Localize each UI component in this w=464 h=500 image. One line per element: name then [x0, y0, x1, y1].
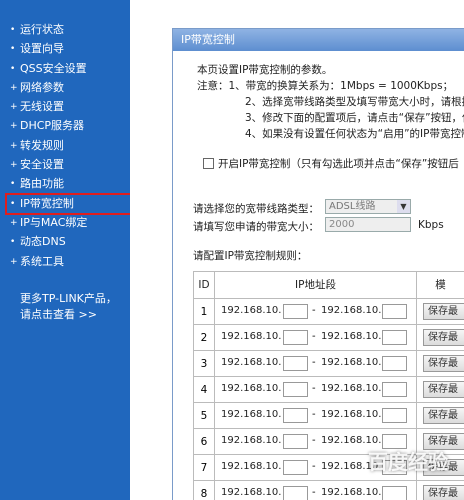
- ip-start-prefix: 192.168.10.: [221, 461, 282, 472]
- ip-end-prefix: 192.168.10.: [321, 357, 382, 368]
- row-ip-range: 192.168.10. -192.168.10.: [215, 299, 417, 325]
- row-id: 4: [194, 377, 215, 403]
- ip-end-input[interactable]: [382, 330, 407, 345]
- ip-end-prefix: 192.168.10.: [321, 331, 382, 342]
- row-actions: 保存最: [417, 351, 464, 377]
- table-row: 5 192.168.10. -192.168.10. 保存最: [194, 403, 464, 429]
- ip-start-prefix: 192.168.10.: [221, 383, 282, 394]
- ip-end-input[interactable]: [382, 382, 407, 397]
- range-dash: -: [312, 383, 316, 394]
- table-row: 2 192.168.10. -192.168.10. 保存最: [194, 325, 464, 351]
- row-actions: 保存最: [417, 377, 464, 403]
- ip-end-input[interactable]: [382, 356, 407, 371]
- active-item-highlight: [5, 193, 136, 215]
- note-2: 2、选择宽带线路类型及填写带宽大小时，请根据实: [245, 96, 464, 108]
- row-id: 2: [194, 325, 215, 351]
- watermark: 百度经验: [368, 450, 448, 474]
- ip-start-input[interactable]: [283, 382, 308, 397]
- line-type-value: ADSL线路: [329, 201, 376, 212]
- row-id: 8: [194, 481, 215, 500]
- header-id: ID: [194, 272, 215, 299]
- ip-end-prefix: 192.168.10.: [321, 383, 382, 394]
- ip-start-prefix: 192.168.10.: [221, 357, 282, 368]
- ip-end-input[interactable]: [382, 408, 407, 423]
- sidebar: • 运行状态 • 设置向导 • QSS安全设置 + 网络参数 + 无线设置 + DHCP服务…: [0, 0, 136, 500]
- range-dash: -: [312, 487, 316, 498]
- ip-end-prefix: 192.168.10.: [321, 305, 382, 316]
- range-dash: -: [312, 409, 316, 420]
- enable-bandwidth-checkbox[interactable]: [203, 158, 214, 169]
- row-id: 3: [194, 351, 215, 377]
- note-3: 3、修改下面的配置项后，请点击“保存”按钮，使: [245, 112, 464, 124]
- chevron-down-icon: ▼: [397, 200, 410, 213]
- promo-text: 更多TP-LINK产品，: [20, 292, 117, 305]
- intro-text: 本页设置IP带宽控制的参数。: [197, 64, 333, 76]
- ip-start-prefix: 192.168.10.: [221, 305, 282, 316]
- note-1: 注意：1、带宽的换算关系为：1Mbps = 1000Kbps；: [197, 80, 454, 92]
- ip-start-prefix: 192.168.10.: [221, 409, 282, 420]
- sidebar-item-forwarding[interactable]: + 转发规则: [10, 138, 64, 154]
- ip-start-input[interactable]: [283, 356, 308, 371]
- sidebar-item-system-tools[interactable]: + 系统工具: [10, 254, 64, 270]
- table-row: 4 192.168.10. -192.168.10. 保存最: [194, 377, 464, 403]
- range-dash: -: [312, 357, 316, 368]
- save-button[interactable]: 保存最: [423, 407, 464, 424]
- sidebar-item-wireless[interactable]: + 无线设置: [10, 99, 64, 115]
- sidebar-item-qss[interactable]: • QSS安全设置: [10, 61, 87, 77]
- range-dash: -: [312, 331, 316, 342]
- row-id: 1: [194, 299, 215, 325]
- header-ip-range: IP地址段: [215, 272, 417, 299]
- row-id: 5: [194, 403, 215, 429]
- ip-end-input[interactable]: [382, 304, 407, 319]
- ip-start-prefix: 192.168.10.: [221, 435, 282, 446]
- range-dash: -: [312, 435, 316, 446]
- bandwidth-input[interactable]: 2000: [325, 217, 411, 232]
- enable-bandwidth-label: 开启IP带宽控制（只有勾选此项并点击“保存”按钮后: [218, 158, 459, 170]
- line-type-label: 请选择您的宽带线路类型：: [193, 203, 319, 215]
- save-button[interactable]: 保存最: [423, 381, 464, 398]
- row-id: 7: [194, 455, 215, 481]
- header-mode: 模: [417, 272, 464, 299]
- ip-end-prefix: 192.168.10.: [321, 409, 382, 420]
- sidebar-item-wizard[interactable]: • 设置向导: [10, 41, 64, 57]
- ip-start-input[interactable]: [283, 304, 308, 319]
- row-ip-range: 192.168.10. -192.168.10.: [215, 325, 417, 351]
- sidebar-item-status[interactable]: • 运行状态: [10, 22, 64, 38]
- ip-start-input[interactable]: [283, 460, 308, 475]
- row-ip-range: 192.168.10. -192.168.10.: [215, 403, 417, 429]
- row-actions: 保存最: [417, 325, 464, 351]
- promo-link[interactable]: 请点击查看 >>: [20, 307, 97, 323]
- sidebar-item-ip-mac-binding[interactable]: + IP与MAC绑定: [10, 215, 87, 231]
- sidebar-item-ddns[interactable]: • 动态DNS: [10, 234, 66, 250]
- ip-start-prefix: 192.168.10.: [221, 487, 282, 498]
- row-id: 6: [194, 429, 215, 455]
- note-4: 4、如果没有设置任何状态为“启用”的IP带宽控制: [245, 128, 464, 140]
- save-button[interactable]: 保存最: [423, 355, 464, 372]
- panel-title: IP带宽控制: [173, 29, 464, 51]
- row-actions: 保存最: [417, 299, 464, 325]
- row-ip-range: 192.168.10. -192.168.10.: [215, 351, 417, 377]
- sidebar-item-dhcp[interactable]: + DHCP服务器: [10, 118, 84, 134]
- ip-start-input[interactable]: [283, 486, 308, 500]
- table-row: 3 192.168.10. -192.168.10. 保存最: [194, 351, 464, 377]
- sidebar-item-network[interactable]: + 网络参数: [10, 80, 64, 96]
- ip-start-input[interactable]: [283, 408, 308, 423]
- ip-start-input[interactable]: [283, 330, 308, 345]
- save-button[interactable]: 保存最: [423, 303, 464, 320]
- sidebar-item-security[interactable]: + 安全设置: [10, 157, 64, 173]
- ip-start-input[interactable]: [283, 434, 308, 449]
- bandwidth-unit: Kbps: [418, 219, 444, 231]
- row-actions: 保存最: [417, 403, 464, 429]
- rules-label: 请配置IP带宽控制规则：: [193, 250, 308, 262]
- bandwidth-label: 请填写您申请的带宽大小：: [193, 221, 319, 233]
- range-dash: -: [312, 461, 316, 472]
- ip-start-prefix: 192.168.10.: [221, 331, 282, 342]
- save-button[interactable]: 保存最: [423, 329, 464, 346]
- row-ip-range: 192.168.10. -192.168.10.: [215, 377, 417, 403]
- table-row: 1 192.168.10. -192.168.10. 保存最: [194, 299, 464, 325]
- line-type-select[interactable]: ADSL线路 ▼: [325, 199, 411, 214]
- range-dash: -: [312, 305, 316, 316]
- ip-end-prefix: 192.168.10.: [321, 435, 382, 446]
- sidebar-item-routing[interactable]: • 路由功能: [10, 176, 64, 192]
